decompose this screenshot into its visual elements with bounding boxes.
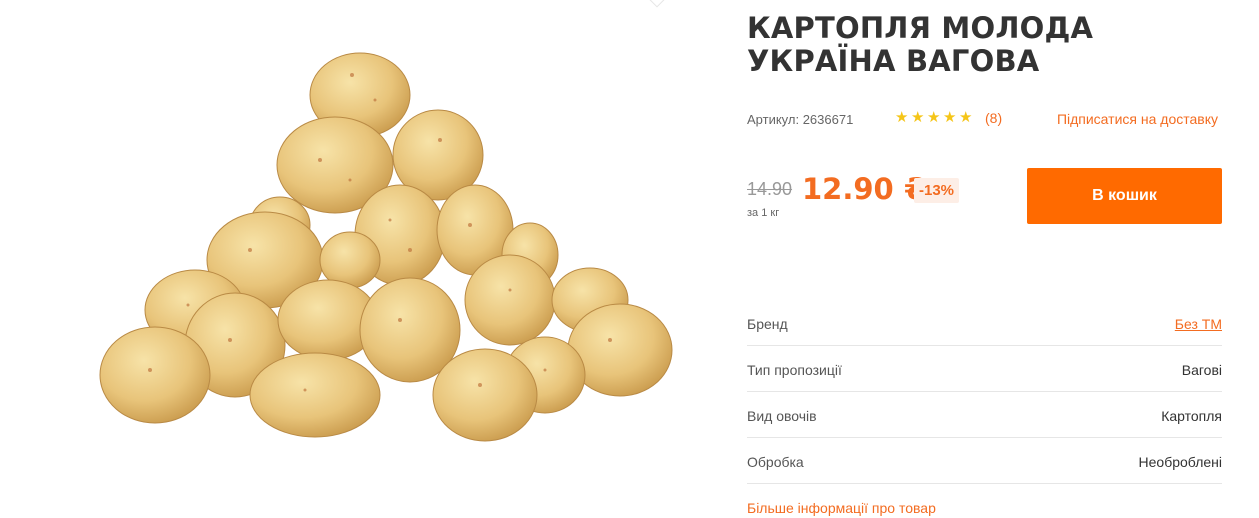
discount-badge: -13%: [914, 178, 960, 203]
star-icon: ★: [959, 109, 973, 126]
spec-row-offer-type: Тип пропозиції Вагові: [747, 346, 1222, 392]
product-gallery: [0, 0, 730, 518]
spec-value: Необроблені: [1138, 453, 1222, 470]
spec-row-vegetable-type: Вид овочів Картопля: [747, 392, 1222, 438]
star-icon: ★: [927, 109, 941, 126]
specs-table: Бренд Без ТМ Тип пропозиції Вагові Вид о…: [747, 300, 1222, 484]
review-count-link[interactable]: (8): [985, 110, 1002, 126]
product-details: КАРТОПЛЯ МОЛОДА УКРАЇНА ВАГОВА Артикул: …: [747, 0, 1222, 518]
product-sku: Артикул: 2636671: [747, 112, 854, 127]
rating-stars: ★ ★ ★ ★ ★: [895, 109, 973, 126]
spec-label: Обробка: [747, 453, 804, 470]
price-unit: за 1 кг: [747, 207, 780, 219]
spec-label: Тип пропозиції: [747, 361, 842, 378]
spec-row-processing: Обробка Необроблені: [747, 438, 1222, 484]
product-rating[interactable]: ★ ★ ★ ★ ★ (8): [895, 110, 1002, 126]
gallery-indicator[interactable]: [648, 0, 666, 8]
brand-link[interactable]: Без ТМ: [1175, 316, 1222, 332]
spec-value: Картопля: [1161, 407, 1222, 424]
potato-pile-image: [99, 52, 673, 442]
current-price: 12.90 ₴: [802, 172, 929, 206]
old-price: 14.90: [747, 179, 793, 199]
star-icon: ★: [895, 109, 909, 126]
subscribe-delivery-link[interactable]: Підписатися на доставку: [1057, 111, 1218, 127]
spec-label: Вид овочів: [747, 407, 817, 424]
spec-label: Бренд: [747, 315, 788, 332]
star-icon: ★: [911, 109, 925, 126]
spec-value: Вагові: [1181, 361, 1222, 378]
more-info-link[interactable]: Більше інформації про товар: [747, 500, 936, 516]
spec-row-brand: Бренд Без ТМ: [747, 300, 1222, 346]
product-meta: Артикул: 2636671 ★ ★ ★ ★ ★ (8) Підписати…: [747, 110, 1222, 128]
star-icon: ★: [943, 109, 957, 126]
product-title: КАРТОПЛЯ МОЛОДА УКРАЇНА ВАГОВА: [747, 11, 1094, 78]
price-block: 14.90 12.90 ₴ -13% за 1 кг: [747, 172, 1007, 222]
add-to-cart-button[interactable]: В кошик: [1027, 168, 1222, 224]
